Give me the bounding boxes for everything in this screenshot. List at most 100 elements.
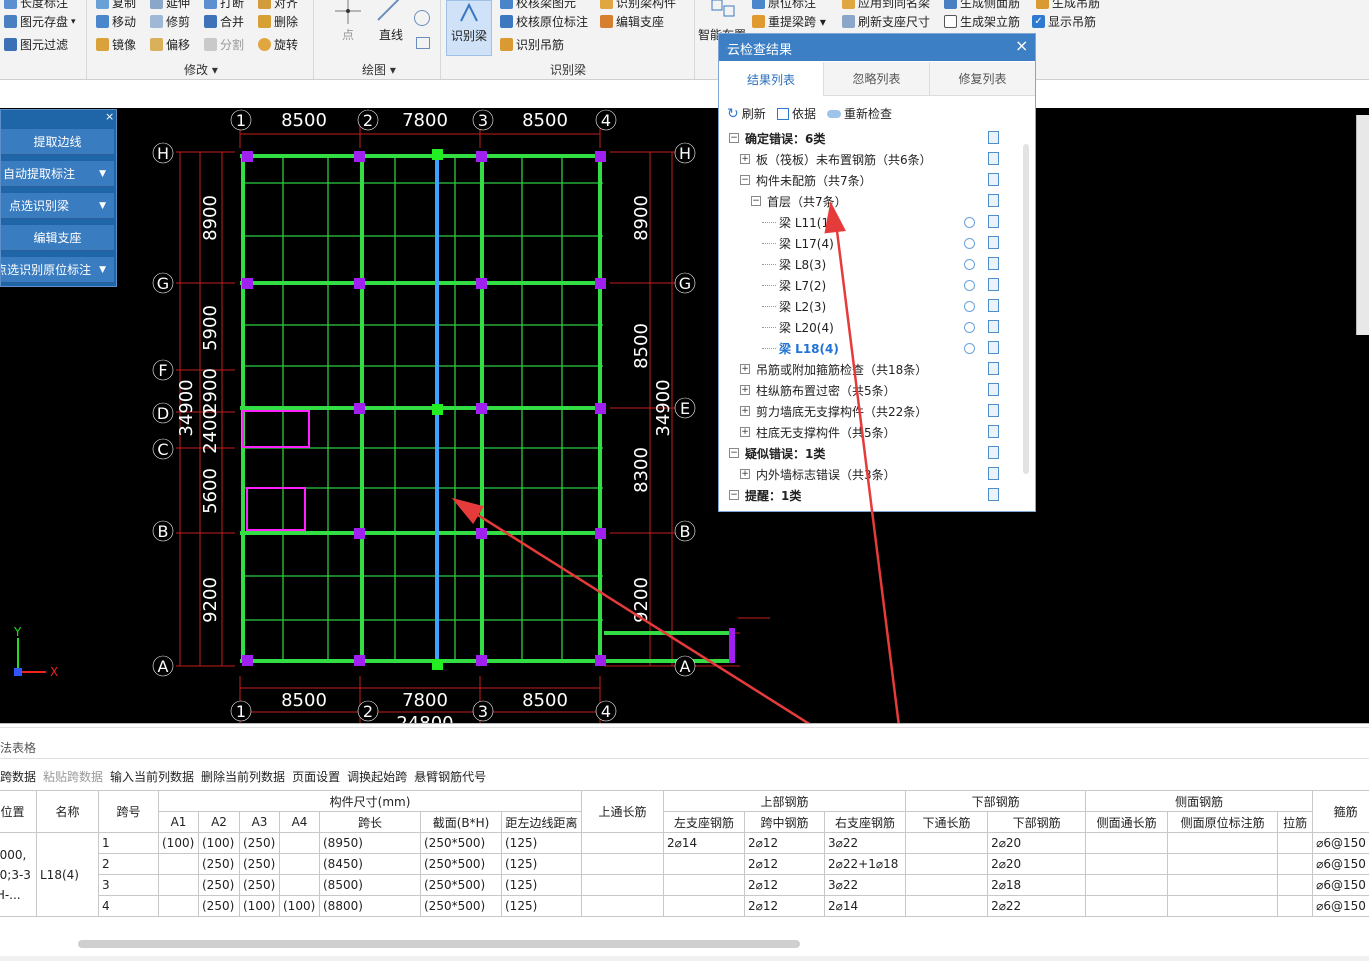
identify-beam-button[interactable]: 识别梁 xyxy=(446,0,492,56)
recheck-button[interactable]: 重新检查 xyxy=(827,105,892,122)
table-cell[interactable] xyxy=(279,874,320,896)
table-cell[interactable]: (250) xyxy=(198,874,240,896)
locate-icon[interactable] xyxy=(964,280,975,291)
table-cell[interactable]: (8800) xyxy=(319,895,421,917)
table-cell[interactable]: 4 xyxy=(98,895,159,917)
tree-node[interactable]: 梁 L20(4) xyxy=(762,317,1019,337)
collapse-icon[interactable]: − xyxy=(740,175,750,185)
ribbon-gen-erection-bar[interactable]: 生成架立筋 xyxy=(944,13,1020,30)
edit-group-label[interactable]: 修改 ▾ xyxy=(184,61,218,78)
table-row[interactable]: 4 (250) (100) (100) (8800) (250*500) (125) 2⌀12… xyxy=(0,895,1369,917)
table-cell[interactable]: ⌀6@150 xyxy=(1312,853,1369,875)
collapse-icon[interactable]: − xyxy=(729,448,739,458)
collapse-icon[interactable]: − xyxy=(751,196,761,206)
document-icon[interactable] xyxy=(988,320,999,333)
tree-node[interactable]: − 疑似错误：1类 xyxy=(729,443,1019,463)
document-icon[interactable] xyxy=(988,194,999,207)
extract-edge-button[interactable]: 提取边线 xyxy=(1,129,114,155)
tree-node[interactable]: + 板（筏板）未布置钢筋（共6条） xyxy=(740,149,1019,169)
table-cell[interactable]: (8950) xyxy=(319,832,421,854)
ribbon-apply-same-name[interactable]: 应用到同名梁 xyxy=(842,0,930,11)
tab-fix-list[interactable]: 修复列表 xyxy=(929,62,1035,96)
tree-node[interactable]: + 柱纵筋布置过密（共5条） xyxy=(740,380,1019,400)
ribbon-check-annotation[interactable]: 校核原位标注 xyxy=(500,13,588,30)
tab-result-list[interactable]: 结果列表 xyxy=(719,62,823,96)
tree-node[interactable]: + 剪力墙底无支撑构件（共22条） xyxy=(740,401,1019,421)
paste-span-data-button[interactable]: 粘贴跨数据 xyxy=(43,768,103,785)
tab-ignore-list[interactable]: 忽略列表 xyxy=(823,62,929,96)
ribbon-split[interactable]: 分割 xyxy=(204,36,244,53)
table-cell[interactable]: (250) xyxy=(239,874,280,896)
document-icon[interactable] xyxy=(988,341,999,354)
table-cell[interactable] xyxy=(581,832,665,854)
table-cell[interactable] xyxy=(1277,832,1314,854)
basis-button[interactable]: 依据 xyxy=(777,105,816,122)
table-cell[interactable]: (250) xyxy=(198,895,240,917)
show-hanger-checkbox[interactable]: ✓ 显示吊筋 xyxy=(1032,13,1096,30)
input-column-data-button[interactable]: 输入当前列数据 xyxy=(110,768,194,785)
table-cell[interactable]: (250*500) xyxy=(420,874,502,896)
table-row[interactable]: 3 (250) (250) (8500) (250*500) (125) 2⌀12 3⌀22 2… xyxy=(0,874,1369,896)
document-icon[interactable] xyxy=(988,404,999,417)
ribbon-move[interactable]: 移动 xyxy=(96,13,136,30)
table-cell[interactable]: (100) xyxy=(198,832,240,854)
ribbon-check-beam[interactable]: 校核梁图元 xyxy=(500,0,576,11)
table-cell[interactable]: (8450) xyxy=(319,853,421,875)
tree-node[interactable]: − 提醒：1类 xyxy=(729,485,1019,505)
ribbon-save-element[interactable]: 图元存盘 ▾ xyxy=(4,13,76,30)
table-cell[interactable]: 1 xyxy=(98,832,159,854)
table-cell[interactable] xyxy=(1277,853,1314,875)
tree-node[interactable]: + 柱底无支撑构件（共5条） xyxy=(740,422,1019,442)
locate-icon[interactable] xyxy=(964,217,975,228)
tree-node[interactable]: 梁 L17(4) xyxy=(762,233,1019,253)
point-identify-beam-button[interactable]: 点选识别梁 ▼ xyxy=(1,193,114,219)
table-cell[interactable] xyxy=(1085,853,1169,875)
table-cell[interactable]: (250) xyxy=(198,853,240,875)
table-cell[interactable] xyxy=(581,853,665,875)
cantilever-code-button[interactable]: 悬臂钢筋代号 xyxy=(414,768,486,785)
delete-column-data-button[interactable]: 删除当前列数据 xyxy=(201,768,285,785)
ribbon-mirror[interactable]: 镜像 xyxy=(96,36,136,53)
tree-node[interactable]: + 吊筋或附加箍筋检查（共18条） xyxy=(740,359,1019,379)
table-cell[interactable] xyxy=(663,874,746,896)
table-row[interactable]: 3000,00;3-3,H-...L18(4)1(100)(100)(250)(… xyxy=(0,832,1369,917)
ribbon-identify-beam-member[interactable]: 识别梁构件 xyxy=(600,0,676,11)
table-cell[interactable]: 2⌀20 xyxy=(987,853,1087,875)
locate-icon[interactable] xyxy=(964,238,975,249)
table-cell[interactable]: 2⌀14 xyxy=(824,895,907,917)
table-cell[interactable] xyxy=(158,874,199,896)
expand-icon[interactable]: + xyxy=(740,406,750,416)
table-cell[interactable] xyxy=(1277,895,1314,917)
table-cell[interactable] xyxy=(158,853,199,875)
circle-icon[interactable] xyxy=(414,10,430,26)
table-cell[interactable]: 3⌀22 xyxy=(824,832,907,854)
table-cell[interactable]: 2⌀12 xyxy=(744,895,826,917)
expand-icon[interactable]: + xyxy=(740,364,750,374)
tree-node[interactable]: 梁 L8(3) xyxy=(762,254,1019,274)
table-cell[interactable]: (125) xyxy=(500,832,583,854)
locate-icon[interactable] xyxy=(964,343,975,354)
tree-scrollbar[interactable] xyxy=(1023,144,1029,474)
table-cell[interactable]: (250*500) xyxy=(420,895,502,917)
ribbon-refresh-support[interactable]: 刷新支座尺寸 xyxy=(842,13,930,30)
document-icon[interactable] xyxy=(988,299,999,312)
document-icon[interactable] xyxy=(988,446,999,459)
tree-node[interactable]: − 首层（共7条） xyxy=(751,191,1019,211)
table-cell[interactable]: 2⌀22+1⌀18 xyxy=(824,853,907,875)
table-cell[interactable]: 2⌀18 xyxy=(987,874,1087,896)
ribbon-align[interactable]: 对齐 xyxy=(258,0,298,11)
ribbon-edit-support[interactable]: 编辑支座 xyxy=(600,13,664,30)
expand-icon[interactable]: + xyxy=(740,427,750,437)
table-cell[interactable] xyxy=(1167,895,1279,917)
view-control-bar[interactable] xyxy=(1356,115,1369,335)
refresh-button[interactable]: ↻ 刷新 xyxy=(727,105,766,122)
ribbon-copy[interactable]: 复制 xyxy=(96,0,136,11)
document-icon[interactable] xyxy=(988,257,999,270)
document-icon[interactable] xyxy=(988,488,999,501)
table-cell[interactable] xyxy=(1277,874,1314,896)
document-icon[interactable] xyxy=(988,362,999,375)
table-cell[interactable] xyxy=(905,895,989,917)
table-cell[interactable] xyxy=(1167,832,1279,854)
table-cell[interactable] xyxy=(279,853,320,875)
table-cell[interactable] xyxy=(158,895,199,917)
